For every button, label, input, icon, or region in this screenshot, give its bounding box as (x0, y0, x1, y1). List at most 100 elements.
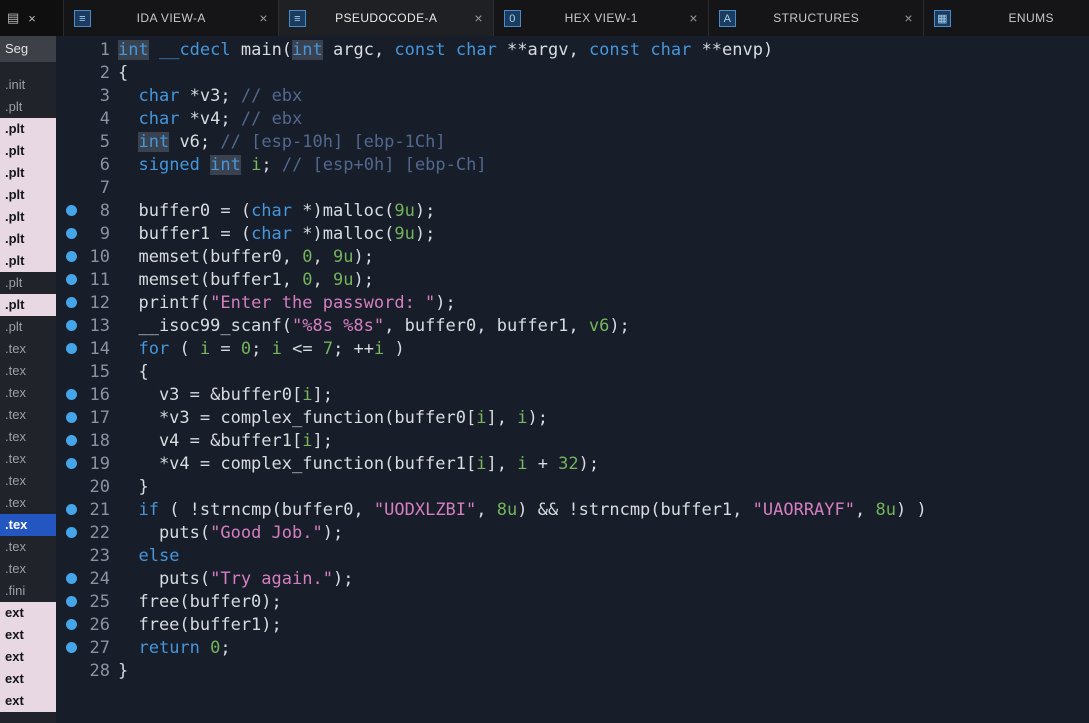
segment-row-tex[interactable]: .tex (0, 404, 56, 426)
breakpoint-icon[interactable] (65, 412, 77, 423)
breakpoint-icon[interactable] (65, 458, 77, 469)
code-line-5[interactable]: 5 int v6; // [esp-10h] [ebp-1Ch] (56, 130, 1089, 153)
document-icon[interactable]: ▤ (7, 10, 19, 26)
close-window-icon[interactable]: × (28, 11, 36, 26)
segment-row-plt[interactable]: .plt (0, 184, 56, 206)
code-line-10[interactable]: 10 memset(buffer0, 0, 9u); (56, 245, 1089, 268)
tab-close-icon[interactable]: × (259, 10, 268, 26)
segment-row-plt[interactable]: .plt (0, 316, 56, 338)
code-line-9[interactable]: 9 buffer1 = (char *)malloc(9u); (56, 222, 1089, 245)
segment-row-plt[interactable]: .plt (0, 162, 56, 184)
breakpoint-icon[interactable] (65, 274, 77, 285)
code-line-12[interactable]: 12 printf("Enter the password: "); (56, 291, 1089, 314)
breakpoint-icon[interactable] (65, 205, 77, 216)
breakpoint-icon[interactable] (65, 297, 77, 308)
breakpoint-gutter[interactable] (56, 320, 86, 331)
breakpoint-gutter[interactable] (56, 297, 86, 308)
code-line-7[interactable]: 7 (56, 176, 1089, 199)
segment-row-fini[interactable]: .fini (0, 580, 56, 602)
segment-row-ext[interactable]: ext (0, 624, 56, 646)
breakpoint-icon[interactable] (65, 435, 77, 446)
code-line-4[interactable]: 4 char *v4; // ebx (56, 107, 1089, 130)
code-line-13[interactable]: 13 __isoc99_scanf("%8s %8s", buffer0, bu… (56, 314, 1089, 337)
code-line-15[interactable]: 15 { (56, 360, 1089, 383)
tab-enums[interactable]: ▦ENUMS× (924, 0, 1089, 36)
segment-row-plt[interactable]: .plt (0, 96, 56, 118)
breakpoint-icon[interactable] (65, 320, 77, 331)
segment-row-tex[interactable]: .tex (0, 448, 56, 470)
tab-close-icon[interactable]: × (904, 10, 913, 26)
code-line-14[interactable]: 14 for ( i = 0; i <= 7; ++i ) (56, 337, 1089, 360)
segment-row-tex[interactable]: .tex (0, 426, 56, 448)
breakpoint-gutter[interactable] (56, 228, 86, 239)
tab-structures[interactable]: A STRUCTURES × (709, 0, 924, 36)
code-line-22[interactable]: 22 puts("Good Job."); (56, 521, 1089, 544)
breakpoint-gutter[interactable] (56, 251, 86, 262)
segment-row-init[interactable]: .init (0, 74, 56, 96)
segment-row-tex[interactable]: .tex (0, 382, 56, 404)
breakpoint-gutter[interactable] (56, 619, 86, 630)
breakpoint-icon[interactable] (65, 504, 77, 515)
segment-row-plt[interactable]: .plt (0, 228, 56, 250)
breakpoint-icon[interactable] (65, 596, 77, 607)
code-line-28[interactable]: 28} (56, 659, 1089, 682)
breakpoint-icon[interactable] (65, 228, 77, 239)
code-line-21[interactable]: 21 if ( !strncmp(buffer0, "UODXLZBI", 8u… (56, 498, 1089, 521)
segment-row-ext[interactable]: ext (0, 668, 56, 690)
breakpoint-gutter[interactable] (56, 274, 86, 285)
breakpoint-icon[interactable] (65, 619, 77, 630)
code-line-8[interactable]: 8 buffer0 = (char *)malloc(9u); (56, 199, 1089, 222)
code-line-1[interactable]: 1 int __cdecl main(int argc, const char *… (56, 38, 1089, 61)
code-line-16[interactable]: 16 v3 = &buffer0[i]; (56, 383, 1089, 406)
code-line-6[interactable]: 6 signed int i; // [esp+0h] [ebp-Ch] (56, 153, 1089, 176)
tab-hex-view-1[interactable]: 0 HEX VIEW-1 × (494, 0, 709, 36)
breakpoint-gutter[interactable] (56, 205, 86, 216)
breakpoint-icon[interactable] (65, 573, 77, 584)
code-line-11[interactable]: 11 memset(buffer1, 0, 9u); (56, 268, 1089, 291)
segment-row-plt[interactable]: .plt (0, 250, 56, 272)
segment-row-tex[interactable]: .tex (0, 338, 56, 360)
breakpoint-gutter[interactable] (56, 504, 86, 515)
code-line-3[interactable]: 3 char *v3; // ebx (56, 84, 1089, 107)
breakpoint-gutter[interactable] (56, 527, 86, 538)
segment-row-tex[interactable]: .tex (0, 558, 56, 580)
breakpoint-gutter[interactable] (56, 343, 86, 354)
segment-row-tex[interactable]: .tex (0, 360, 56, 382)
segment-row-plt[interactable]: .plt (0, 206, 56, 228)
code-line-27[interactable]: 27 return 0; (56, 636, 1089, 659)
code-line-17[interactable]: 17 *v3 = complex_function(buffer0[i], i)… (56, 406, 1089, 429)
code-line-25[interactable]: 25 free(buffer0); (56, 590, 1089, 613)
segment-row-tex[interactable]: .tex (0, 492, 56, 514)
breakpoint-gutter[interactable] (56, 642, 86, 653)
breakpoint-icon[interactable] (65, 642, 77, 653)
segment-row-tex[interactable]: .tex (0, 470, 56, 492)
tab-ida-view-a[interactable]: ≡ IDA VIEW-A × (64, 0, 279, 36)
tab-close-icon[interactable]: × (474, 10, 483, 26)
segment-row-plt[interactable]: .plt (0, 272, 56, 294)
code-line-26[interactable]: 26 free(buffer1); (56, 613, 1089, 636)
segment-row-tex[interactable]: .tex (0, 514, 56, 536)
code-line-23[interactable]: 23 else (56, 544, 1089, 567)
breakpoint-icon[interactable] (65, 343, 77, 354)
segment-row-ext[interactable]: ext (0, 602, 56, 624)
breakpoint-icon[interactable] (65, 527, 77, 538)
segment-row-ext[interactable]: ext (0, 646, 56, 668)
segment-row-plt[interactable]: .plt (0, 140, 56, 162)
breakpoint-gutter[interactable] (56, 573, 86, 584)
breakpoint-gutter[interactable] (56, 412, 86, 423)
segment-row-plt[interactable]: .plt (0, 118, 56, 140)
code-line-24[interactable]: 24 puts("Try again."); (56, 567, 1089, 590)
tab-close-icon[interactable]: × (689, 10, 698, 26)
breakpoint-gutter[interactable] (56, 596, 86, 607)
code-line-2[interactable]: 2{ (56, 61, 1089, 84)
segment-row-tex[interactable]: .tex (0, 536, 56, 558)
breakpoint-gutter[interactable] (56, 435, 86, 446)
breakpoint-icon[interactable] (65, 389, 77, 400)
segment-row-plt[interactable]: .plt (0, 294, 56, 316)
breakpoint-icon[interactable] (65, 251, 77, 262)
breakpoint-gutter[interactable] (56, 389, 86, 400)
breakpoint-gutter[interactable] (56, 458, 86, 469)
code-line-19[interactable]: 19 *v4 = complex_function(buffer1[i], i … (56, 452, 1089, 475)
code-line-20[interactable]: 20 } (56, 475, 1089, 498)
segment-row-ext[interactable]: ext (0, 690, 56, 712)
